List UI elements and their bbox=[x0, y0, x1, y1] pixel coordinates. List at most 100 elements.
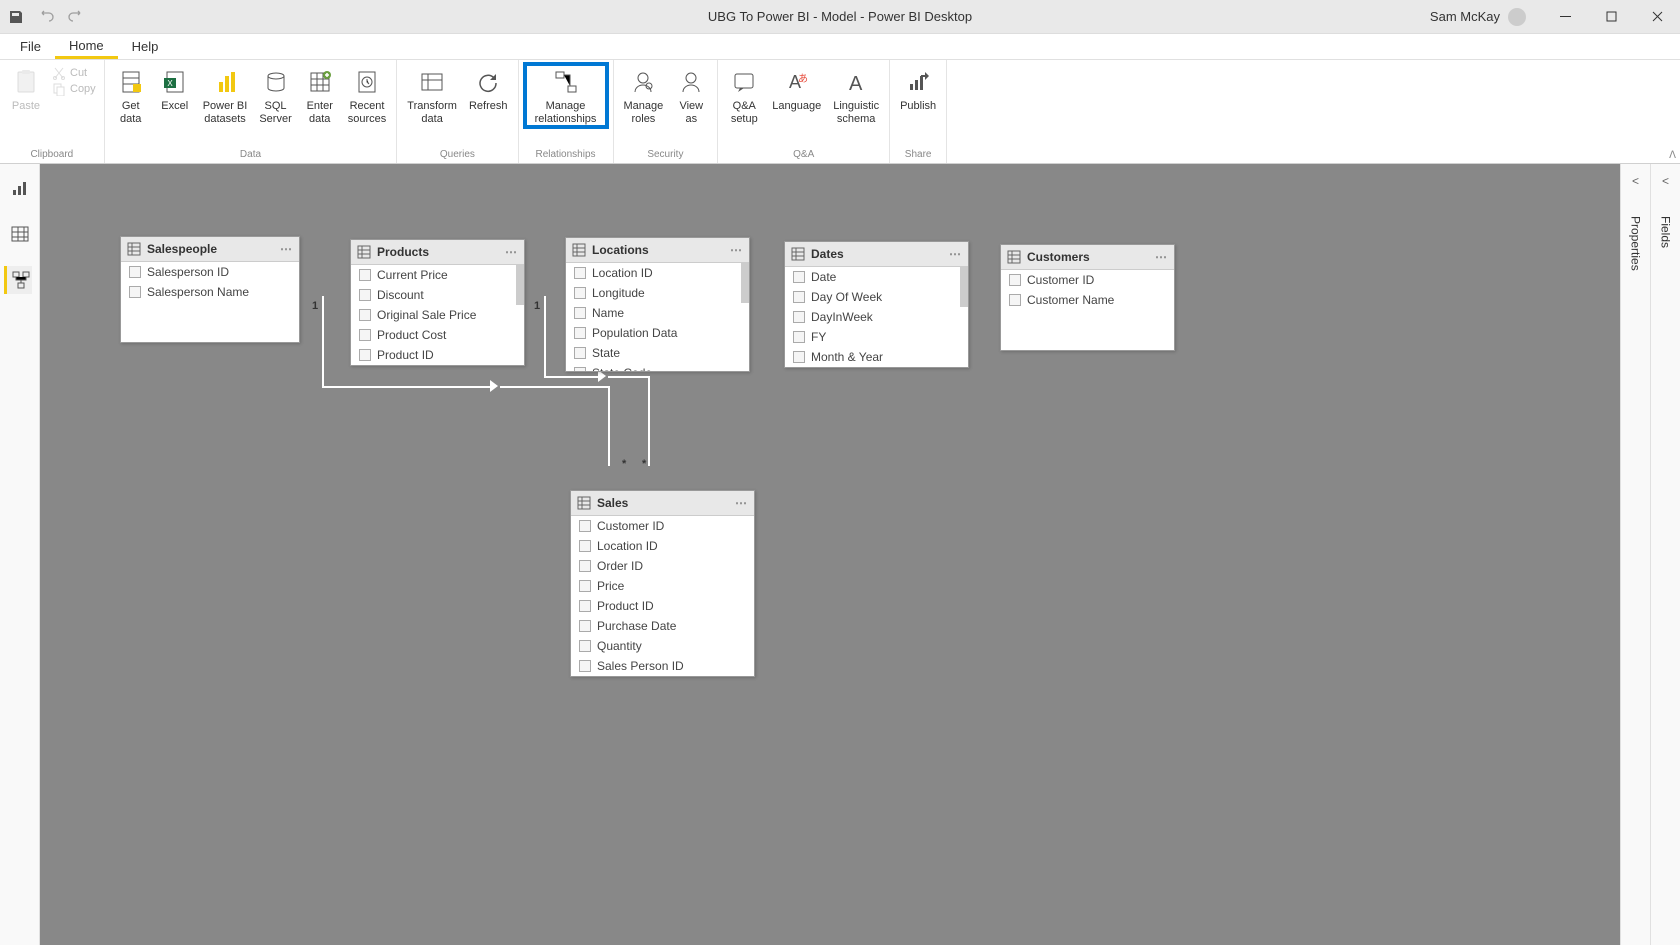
scrollbar[interactable] bbox=[741, 263, 749, 303]
table-field[interactable]: Customer ID bbox=[571, 516, 754, 536]
table-field[interactable]: Location ID bbox=[571, 536, 754, 556]
table-icon bbox=[127, 242, 141, 256]
table-menu-icon[interactable]: ⋯ bbox=[1155, 250, 1168, 264]
table-field[interactable]: FY bbox=[785, 327, 968, 347]
excel-button[interactable]: X Excel bbox=[153, 64, 197, 115]
titlebar: UBG To Power BI - Model - Power BI Deskt… bbox=[0, 0, 1680, 34]
transform-data-button[interactable]: Transform data bbox=[401, 64, 463, 127]
table-field[interactable]: Purchase Date bbox=[571, 616, 754, 636]
table-field[interactable]: State bbox=[566, 343, 749, 363]
field-icon bbox=[579, 520, 591, 532]
expand-properties-icon[interactable]: < bbox=[1632, 174, 1639, 188]
field-icon bbox=[793, 331, 805, 343]
qna-setup-button[interactable]: Q&A setup bbox=[722, 64, 766, 127]
model-view-button[interactable] bbox=[4, 266, 32, 294]
table-field[interactable]: Name bbox=[566, 303, 749, 323]
table-field[interactable]: Product ID bbox=[571, 596, 754, 616]
manage-relationships-button[interactable]: Manage relationships bbox=[523, 62, 609, 129]
relationship-line[interactable] bbox=[500, 386, 608, 388]
ribbon-collapse-icon[interactable]: ᐱ bbox=[1669, 150, 1676, 161]
close-button[interactable] bbox=[1634, 0, 1680, 34]
table-field[interactable]: Location ID bbox=[566, 263, 749, 283]
table-field[interactable]: Price bbox=[571, 576, 754, 596]
table-field[interactable]: Month & Year bbox=[785, 347, 968, 367]
data-view-button[interactable] bbox=[6, 220, 34, 248]
excel-label: Excel bbox=[161, 100, 188, 113]
view-as-button[interactable]: View as bbox=[669, 64, 713, 127]
relationship-line[interactable] bbox=[608, 386, 610, 466]
table-salespeople[interactable]: Salespeople ⋯ Salesperson ID Salesperson… bbox=[120, 236, 300, 343]
manage-roles-button[interactable]: Manage roles bbox=[618, 64, 670, 127]
sql-server-button[interactable]: SQL Server bbox=[253, 64, 297, 127]
user-name[interactable]: Sam McKay bbox=[1430, 9, 1500, 24]
table-field[interactable]: Salesperson Name bbox=[121, 282, 299, 302]
minimize-button[interactable] bbox=[1542, 0, 1588, 34]
save-icon[interactable] bbox=[8, 9, 24, 25]
manage-relationships-label: Manage relationships bbox=[535, 100, 597, 125]
table-menu-icon[interactable]: ⋯ bbox=[949, 247, 962, 261]
table-menu-icon[interactable]: ⋯ bbox=[735, 496, 748, 510]
table-field[interactable]: Current Price bbox=[351, 265, 524, 285]
table-field[interactable]: Day Of Week bbox=[785, 287, 968, 307]
relationship-line[interactable] bbox=[322, 296, 324, 386]
table-dates[interactable]: Dates ⋯ Date Day Of Week DayInWeek FY Mo… bbox=[784, 241, 969, 368]
table-field[interactable]: Discount bbox=[351, 285, 524, 305]
undo-icon[interactable] bbox=[38, 9, 54, 25]
enter-data-button[interactable]: Enter data bbox=[298, 64, 342, 127]
tab-file[interactable]: File bbox=[6, 34, 55, 59]
relationship-line[interactable] bbox=[544, 376, 600, 378]
scrollbar[interactable] bbox=[516, 265, 524, 305]
relationship-line[interactable] bbox=[608, 376, 648, 378]
get-data-button[interactable]: Get data bbox=[109, 64, 153, 127]
table-field[interactable]: Product Cost bbox=[351, 325, 524, 345]
table-field[interactable]: Salesperson ID bbox=[121, 262, 299, 282]
cardinality-one: 1 bbox=[534, 300, 540, 312]
user-avatar-icon[interactable] bbox=[1508, 8, 1526, 26]
table-field[interactable]: Quantity bbox=[571, 636, 754, 656]
relationship-line[interactable] bbox=[648, 376, 650, 466]
pbi-datasets-button[interactable]: Power BI datasets bbox=[197, 64, 254, 127]
relationship-line[interactable] bbox=[322, 386, 492, 388]
table-menu-icon[interactable]: ⋯ bbox=[280, 242, 293, 256]
view-as-label: View as bbox=[679, 100, 703, 125]
expand-fields-icon[interactable]: < bbox=[1662, 174, 1669, 188]
table-menu-icon[interactable]: ⋯ bbox=[730, 243, 743, 257]
table-products[interactable]: Products ⋯ Current Price Discount Origin… bbox=[350, 239, 525, 366]
get-data-icon bbox=[115, 66, 147, 98]
ribbon-group-queries: Transform data Refresh Queries bbox=[397, 60, 518, 163]
table-field[interactable]: Customer Name bbox=[1001, 290, 1174, 310]
recent-sources-button[interactable]: Recent sources bbox=[342, 64, 393, 127]
table-menu-icon[interactable]: ⋯ bbox=[505, 245, 518, 259]
table-locations[interactable]: Locations ⋯ Location ID Longitude Name P… bbox=[565, 237, 750, 372]
transform-data-icon bbox=[416, 66, 448, 98]
table-field[interactable]: Order ID bbox=[571, 556, 754, 576]
table-field[interactable]: Product ID bbox=[351, 345, 524, 365]
language-button[interactable]: Aあ Language bbox=[766, 64, 827, 115]
maximize-button[interactable] bbox=[1588, 0, 1634, 34]
table-field[interactable]: Customer ID bbox=[1001, 270, 1174, 290]
properties-pane-button[interactable]: Properties bbox=[1629, 208, 1643, 279]
language-label: Language bbox=[772, 100, 821, 113]
pbi-datasets-icon bbox=[209, 66, 241, 98]
table-field[interactable]: Longitude bbox=[566, 283, 749, 303]
linguistic-schema-button[interactable]: A Linguistic schema bbox=[827, 64, 885, 127]
redo-icon[interactable] bbox=[68, 9, 84, 25]
table-field[interactable]: DayInWeek bbox=[785, 307, 968, 327]
scrollbar[interactable] bbox=[960, 267, 968, 307]
table-sales[interactable]: Sales ⋯ Customer ID Location ID Order ID… bbox=[570, 490, 755, 677]
publish-button[interactable]: Publish bbox=[894, 64, 942, 115]
report-view-button[interactable] bbox=[6, 174, 34, 202]
tab-home[interactable]: Home bbox=[55, 34, 118, 59]
relationship-line[interactable] bbox=[544, 296, 546, 376]
table-field[interactable]: Population Data bbox=[566, 323, 749, 343]
table-customers[interactable]: Customers ⋯ Customer ID Customer Name bbox=[1000, 244, 1175, 351]
table-field[interactable]: Date bbox=[785, 267, 968, 287]
table-field[interactable]: Original Sale Price bbox=[351, 305, 524, 325]
table-field[interactable]: Sales Person ID bbox=[571, 656, 754, 676]
refresh-button[interactable]: Refresh bbox=[463, 64, 514, 115]
tab-help[interactable]: Help bbox=[118, 34, 173, 59]
model-canvas[interactable]: 1 1 * * Salespeople ⋯ Salesperson ID bbox=[40, 164, 1620, 945]
table-field[interactable]: State Code bbox=[566, 363, 749, 371]
cardinality-many: * bbox=[642, 458, 646, 470]
fields-pane-button[interactable]: Fields bbox=[1659, 208, 1673, 256]
